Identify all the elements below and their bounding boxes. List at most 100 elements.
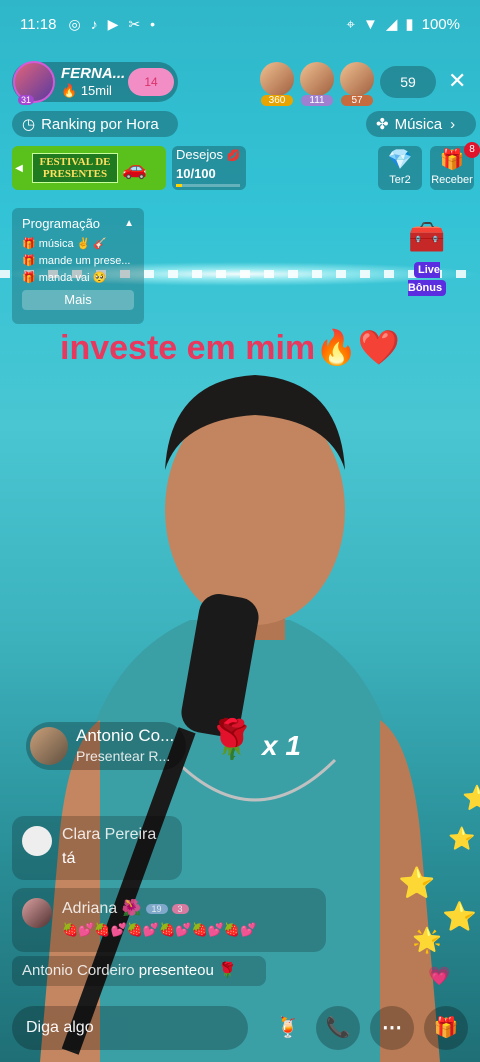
viewer-avatar[interactable]: 360 (260, 62, 294, 106)
wifi-icon: ▼ (362, 15, 378, 33)
ranking-label: Ranking por Hora (41, 115, 159, 133)
signal-icon: ◢ (385, 16, 398, 33)
battery-icon: ▮ (405, 16, 414, 33)
top-viewers: 360 111 57 (260, 62, 380, 106)
stream-caption: investe em mim🔥❤️ (60, 329, 400, 367)
star-icon: ⭐ (442, 901, 477, 932)
music-label: Música (394, 115, 443, 133)
host-level: 31 (18, 95, 35, 105)
schedule-item[interactable]: 🎁 manda vai 🥺 (12, 269, 144, 286)
gift-banner[interactable]: Antonio Co... Presentear R... (26, 722, 186, 770)
chevron-left-icon[interactable]: ◀ (12, 163, 26, 174)
host-name: FERNA... (61, 65, 126, 82)
host-avatar[interactable]: 31 (13, 61, 55, 105)
gift-action: Presentear R... (76, 748, 171, 764)
star-icon: 🌟 (412, 927, 442, 954)
host-card[interactable]: 31 FERNA... 🔥 15mil 14 (12, 61, 178, 105)
viewer-avatar[interactable]: 57 (340, 62, 374, 106)
grid-icon: ✤ (376, 116, 389, 133)
drink-gift-icon[interactable]: 🍹 (266, 1006, 310, 1050)
chat-message[interactable]: Adriana 🌺 19 3 🍓💕🍓💕🍓💕🍓💕🍓💕🍓💕 (12, 888, 326, 952)
wishes-progress-bar (176, 184, 240, 187)
wishes-progress-fill (176, 184, 183, 187)
gift-icon: 🎁 (22, 255, 36, 267)
capcut-icon: ✂ (128, 15, 141, 32)
schedule-item-label: manda vai 🥺 (38, 272, 107, 284)
car-icon: 🚗 (122, 157, 147, 180)
host-likes: 🔥 15mil (61, 82, 125, 99)
live-bonus-label: Live Bônus (407, 262, 447, 296)
fan-tag: 3 (171, 903, 189, 914)
schedule-item-label: música ✌️ 🎸 (38, 238, 108, 250)
viewer-score: 360 (261, 95, 293, 106)
comment-input[interactable]: Diga algo (12, 1006, 248, 1050)
star-icon: ⭐ (398, 867, 436, 900)
gift-count: x 1 (262, 730, 301, 761)
ter2-label: Ter2 (389, 174, 411, 186)
comment-text: tá (62, 850, 76, 867)
gift-notice: Antonio Cordeiro presenteou 🌹 (12, 956, 266, 986)
commenter-avatar[interactable] (22, 898, 52, 928)
heart-icon: 💗 (428, 966, 451, 986)
viewer-avatar[interactable]: 111 (300, 62, 334, 106)
dot-icon: • (150, 15, 156, 32)
gift-icon: 🎁 (22, 272, 36, 284)
festival-title-line1: FESTIVAL DE (39, 156, 111, 168)
notice-name: Antonio Cordeiro (22, 962, 135, 979)
star-icon: ⭐ (462, 785, 480, 812)
battery-level: 100% (421, 15, 460, 33)
notification-icons: ◎ ♪ ▶ ✂ • (68, 16, 155, 33)
location-icon: ⌖ (346, 15, 355, 33)
commenter-avatar[interactable] (22, 826, 52, 856)
ranking-button[interactable]: ◷ Ranking por Hora (12, 111, 178, 137)
chat-message[interactable]: Clara Pereira tá (12, 816, 182, 880)
music-button[interactable]: ✤ Música › (366, 111, 476, 137)
level-tag: 19 (145, 903, 168, 914)
commenter-name: Adriana 🌺 19 3 (62, 898, 189, 918)
festival-banner[interactable]: ◀ FESTIVAL DE PRESENTES 🚗 (12, 146, 166, 190)
status-bar: 11:18 ◎ ♪ ▶ ✂ • ⌖ ▼ ◢ ▮ 100% (0, 0, 480, 48)
settings-icon: ◎ (68, 15, 81, 32)
schedule-title: Programação (22, 216, 101, 231)
host-likes-count: 15mil (80, 83, 112, 98)
gift-icon[interactable]: 🎁 (424, 1006, 468, 1050)
ter2-button[interactable]: 💎 Ter2 (378, 146, 422, 190)
commenter-name: Clara Pereira (62, 826, 157, 843)
viewer-score: 111 (301, 95, 333, 106)
star-icon: ⭐ (448, 826, 476, 851)
commenter-name-text: Adriana 🌺 (62, 900, 142, 917)
follow-badge[interactable]: 14 (128, 68, 174, 96)
notice-gift: 🌹 (217, 962, 237, 979)
tiktok-icon: ♪ (90, 15, 98, 32)
more-options-icon[interactable]: ⋯ (370, 1006, 414, 1050)
festival-title-line2: PRESENTES (42, 168, 108, 180)
schedule-item[interactable]: 🎁 música ✌️ 🎸 (12, 235, 144, 252)
receber-button[interactable]: 🎁 Receber 8 (430, 142, 480, 190)
schedule-item[interactable]: 🎁 mande um prese... (12, 252, 144, 269)
schedule-item-label: mande um prese... (38, 255, 131, 267)
video-call-icon[interactable]: 📞 (316, 1006, 360, 1050)
live-bonus-button[interactable]: 🧰 Live Bônus (394, 216, 460, 296)
comment-text: 🍓💕🍓💕🍓💕🍓💕🍓💕🍓💕 (62, 922, 257, 937)
wishes-progress: 10/100 (176, 166, 216, 181)
viewer-count[interactable]: 59 (380, 66, 436, 98)
wishes-label: Desejos (176, 147, 223, 162)
close-icon[interactable]: ✕ (448, 68, 466, 94)
festival-title: FESTIVAL DE PRESENTES (32, 153, 118, 183)
youtube-icon: ▶ (107, 15, 119, 32)
treasure-chest-icon: 🧰 (408, 221, 446, 254)
more-button[interactable]: Mais (22, 290, 134, 310)
sender-avatar (30, 727, 68, 765)
gem-icon: 💎 (387, 149, 413, 171)
chevron-right-icon: › (450, 115, 456, 133)
clock-icon: ◷ (22, 116, 36, 133)
gift-icon: 🎁 (22, 238, 36, 250)
notice-verb: presenteou (138, 962, 214, 979)
notification-badge: 8 (464, 142, 480, 158)
wishes-panel[interactable]: Desejos 💋 10/100 (172, 146, 246, 190)
flame-icon: 🔥 (61, 83, 78, 98)
gift-sender: Antonio Co... (76, 726, 175, 745)
rose-icon: 🌹 (208, 719, 256, 761)
lips-icon: 💋 (226, 150, 241, 162)
caret-up-icon[interactable]: ▲ (124, 218, 134, 229)
